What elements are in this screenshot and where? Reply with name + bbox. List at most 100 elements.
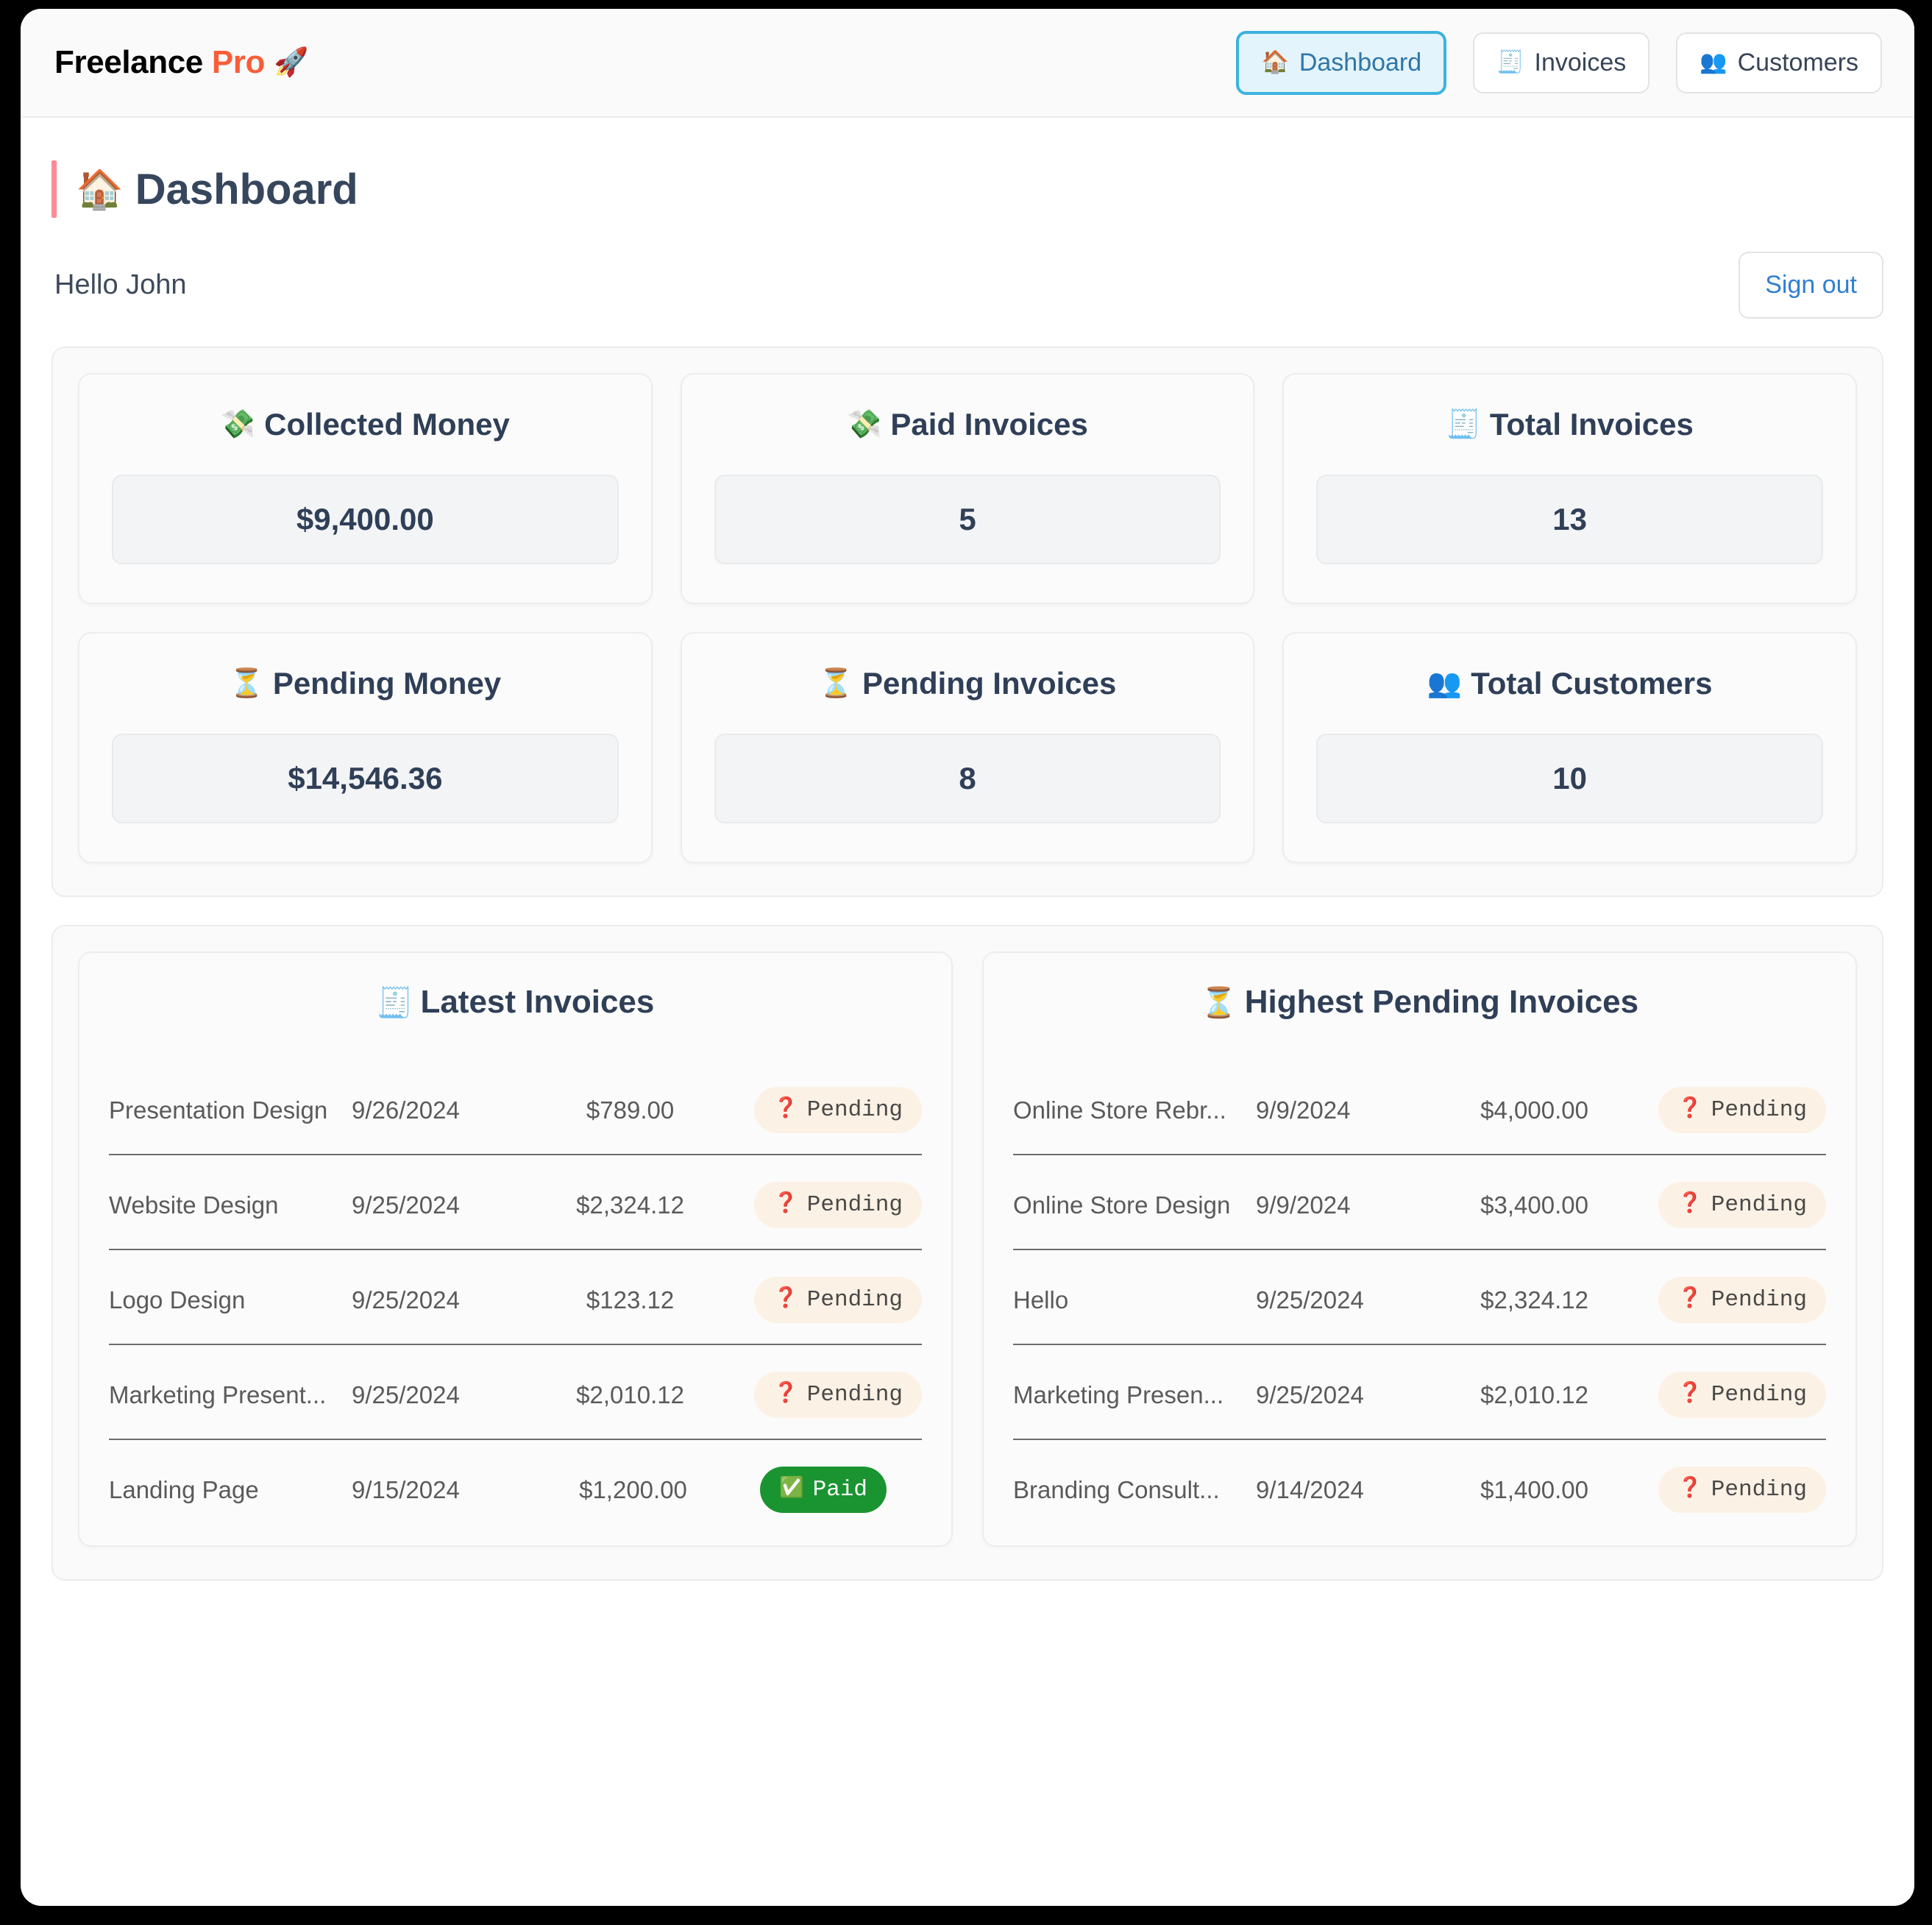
invoice-list: Online Store Rebr... 9/9/2024 $4,000.00 …: [1013, 1087, 1826, 1513]
invoice-name: Online Store Rebr...: [1013, 1096, 1226, 1124]
status-badge: ❓ Pending: [1658, 1087, 1826, 1133]
status-label: Pending: [806, 1382, 903, 1408]
stat-title: 💸 Collected Money: [221, 407, 510, 442]
invoice-status: ❓ Pending: [1658, 1277, 1826, 1323]
question-icon: ❓: [773, 1383, 798, 1405]
invoice-amount: $789.00: [586, 1096, 675, 1124]
table-row[interactable]: Logo Design 9/25/2024 $123.12 ❓ Pending: [109, 1250, 922, 1345]
check-circle-icon: ✅: [779, 1478, 804, 1500]
invoice-name: Marketing Present...: [109, 1380, 327, 1408]
invoice-status: ✅ Paid: [760, 1467, 922, 1513]
invoice-amount: $4,000.00: [1480, 1096, 1588, 1124]
page-title-label: Dashboard: [135, 165, 358, 213]
invoice-status: ❓ Pending: [754, 1277, 922, 1323]
table-row[interactable]: Branding Consult... 9/14/2024 $1,400.00 …: [1013, 1440, 1826, 1513]
panel-title-label: Highest Pending Invoices: [1244, 984, 1639, 1020]
greeting-text: Hello John: [54, 269, 187, 300]
question-icon: ❓: [1677, 1383, 1702, 1405]
table-row[interactable]: Hello 9/25/2024 $2,324.12 ❓ Pending: [1013, 1250, 1826, 1345]
invoice-icon: 🧾: [1496, 50, 1524, 74]
stat-value: 5: [714, 475, 1221, 564]
table-row[interactable]: Presentation Design 9/26/2024 $789.00 ❓ …: [109, 1087, 922, 1155]
status-badge: ❓ Pending: [1658, 1372, 1826, 1418]
table-row[interactable]: Online Store Design 9/9/2024 $3,400.00 ❓…: [1013, 1155, 1826, 1250]
hourglass-icon: ⏳: [229, 668, 264, 699]
invoice-status: ❓ Pending: [1658, 1182, 1826, 1228]
table-row[interactable]: Online Store Rebr... 9/9/2024 $4,000.00 …: [1013, 1087, 1826, 1155]
question-icon: ❓: [773, 1194, 798, 1216]
stats-section: 💸 Collected Money $9,400.00 💸 Paid Invoi…: [52, 347, 1883, 897]
invoice-amount: $2,324.12: [576, 1191, 684, 1219]
rocket-icon: 🚀: [274, 47, 308, 78]
invoice-amount: $123.12: [586, 1286, 675, 1314]
nav-item-invoices[interactable]: 🧾 Invoices: [1473, 32, 1650, 93]
stat-title: ⏳ Pending Invoices: [819, 666, 1117, 701]
hourglass-icon: ⏳: [1200, 986, 1237, 1019]
invoice-date: 9/25/2024: [1256, 1380, 1364, 1408]
stat-title: 🧾 Total Invoices: [1446, 407, 1694, 442]
stat-value: 8: [714, 734, 1221, 823]
question-icon: ❓: [773, 1288, 798, 1311]
question-icon: ❓: [1677, 1478, 1702, 1500]
invoice-amount: $2,324.12: [1480, 1286, 1588, 1314]
home-icon: 🏠: [1261, 50, 1289, 74]
nav-item-customers[interactable]: 👥 Customers: [1676, 32, 1882, 93]
invoice-status: ❓ Pending: [754, 1087, 922, 1133]
stat-title-label: Total Customers: [1471, 666, 1713, 701]
stat-title-label: Total Invoices: [1489, 407, 1694, 442]
status-badge: ❓ Pending: [1658, 1277, 1826, 1323]
money-hand-icon: 💸: [220, 409, 256, 440]
invoice-status: ❓ Pending: [1658, 1467, 1826, 1513]
table-row[interactable]: Website Design 9/25/2024 $2,324.12 ❓ Pen…: [109, 1155, 922, 1250]
invoice-name: Landing Page: [109, 1475, 259, 1503]
nav-label-dashboard: Dashboard: [1299, 48, 1422, 77]
stat-card-pending-money: ⏳ Pending Money $14,546.36: [78, 632, 653, 863]
page-bottom-padding: [21, 1581, 1914, 1669]
invoice-date: 9/25/2024: [352, 1286, 460, 1314]
invoice-name: Presentation Design: [109, 1096, 328, 1124]
stat-card-paid-invoices: 💸 Paid Invoices 5: [680, 373, 1255, 604]
app-window: Freelance Pro 🚀 🏠 Dashboard 🧾 Invoices 👥 …: [21, 9, 1914, 1906]
status-label: Pending: [1711, 1382, 1807, 1408]
invoice-amount: $2,010.12: [1480, 1380, 1588, 1408]
status-label: Pending: [806, 1192, 903, 1218]
stat-title: 👥 Total Customers: [1427, 666, 1713, 701]
table-row[interactable]: Marketing Presen... 9/25/2024 $2,010.12 …: [1013, 1345, 1826, 1440]
stat-title: 💸 Paid Invoices: [847, 407, 1088, 442]
nav-item-dashboard[interactable]: 🏠 Dashboard: [1236, 30, 1447, 95]
stats-grid: 💸 Collected Money $9,400.00 💸 Paid Invoi…: [78, 373, 1857, 863]
status-label: Paid: [812, 1477, 868, 1503]
nav-label-customers: Customers: [1737, 48, 1858, 77]
stat-title-label: Collected Money: [264, 407, 510, 442]
question-icon: ❓: [1677, 1099, 1702, 1121]
status-badge: ❓ Pending: [1658, 1182, 1826, 1228]
invoice-amount: $3,400.00: [1480, 1191, 1588, 1219]
sign-out-button[interactable]: Sign out: [1739, 252, 1883, 319]
invoice-status: ❓ Pending: [1658, 1087, 1826, 1133]
invoice-name: Hello: [1013, 1286, 1069, 1314]
panel-latest-invoices: 🧾 Latest Invoices Presentation Design 9/…: [78, 951, 953, 1547]
table-row[interactable]: Landing Page 9/15/2024 $1,200.00 ✅ Paid: [109, 1440, 922, 1513]
status-label: Pending: [1711, 1097, 1807, 1123]
invoice-date: 9/9/2024: [1256, 1191, 1351, 1219]
invoice-amount: $1,200.00: [579, 1475, 687, 1503]
status-badge: ✅ Paid: [760, 1467, 887, 1513]
stat-value: $9,400.00: [112, 475, 619, 564]
invoice-name: Marketing Presen...: [1013, 1380, 1224, 1408]
greeting-row: Hello John Sign out: [21, 218, 1914, 319]
status-label: Pending: [1711, 1287, 1807, 1313]
invoice-amount: $1,400.00: [1480, 1475, 1588, 1503]
money-hand-icon: 💸: [847, 409, 882, 440]
panel-title: 🧾 Latest Invoices: [109, 984, 922, 1021]
invoice-amount: $2,010.12: [576, 1380, 684, 1408]
invoice-list: Presentation Design 9/26/2024 $789.00 ❓ …: [109, 1087, 922, 1513]
hourglass-icon: ⏳: [818, 668, 853, 699]
brand-logo[interactable]: Freelance Pro 🚀: [54, 44, 308, 81]
stat-title-label: Pending Invoices: [862, 666, 1117, 701]
question-icon: ❓: [773, 1099, 798, 1121]
invoice-date: 9/9/2024: [1256, 1096, 1351, 1124]
page-title-row: 🏠 Dashboard: [21, 118, 1914, 218]
question-icon: ❓: [1677, 1194, 1702, 1216]
status-badge: ❓ Pending: [754, 1087, 922, 1133]
table-row[interactable]: Marketing Present... 9/25/2024 $2,010.12…: [109, 1345, 922, 1440]
